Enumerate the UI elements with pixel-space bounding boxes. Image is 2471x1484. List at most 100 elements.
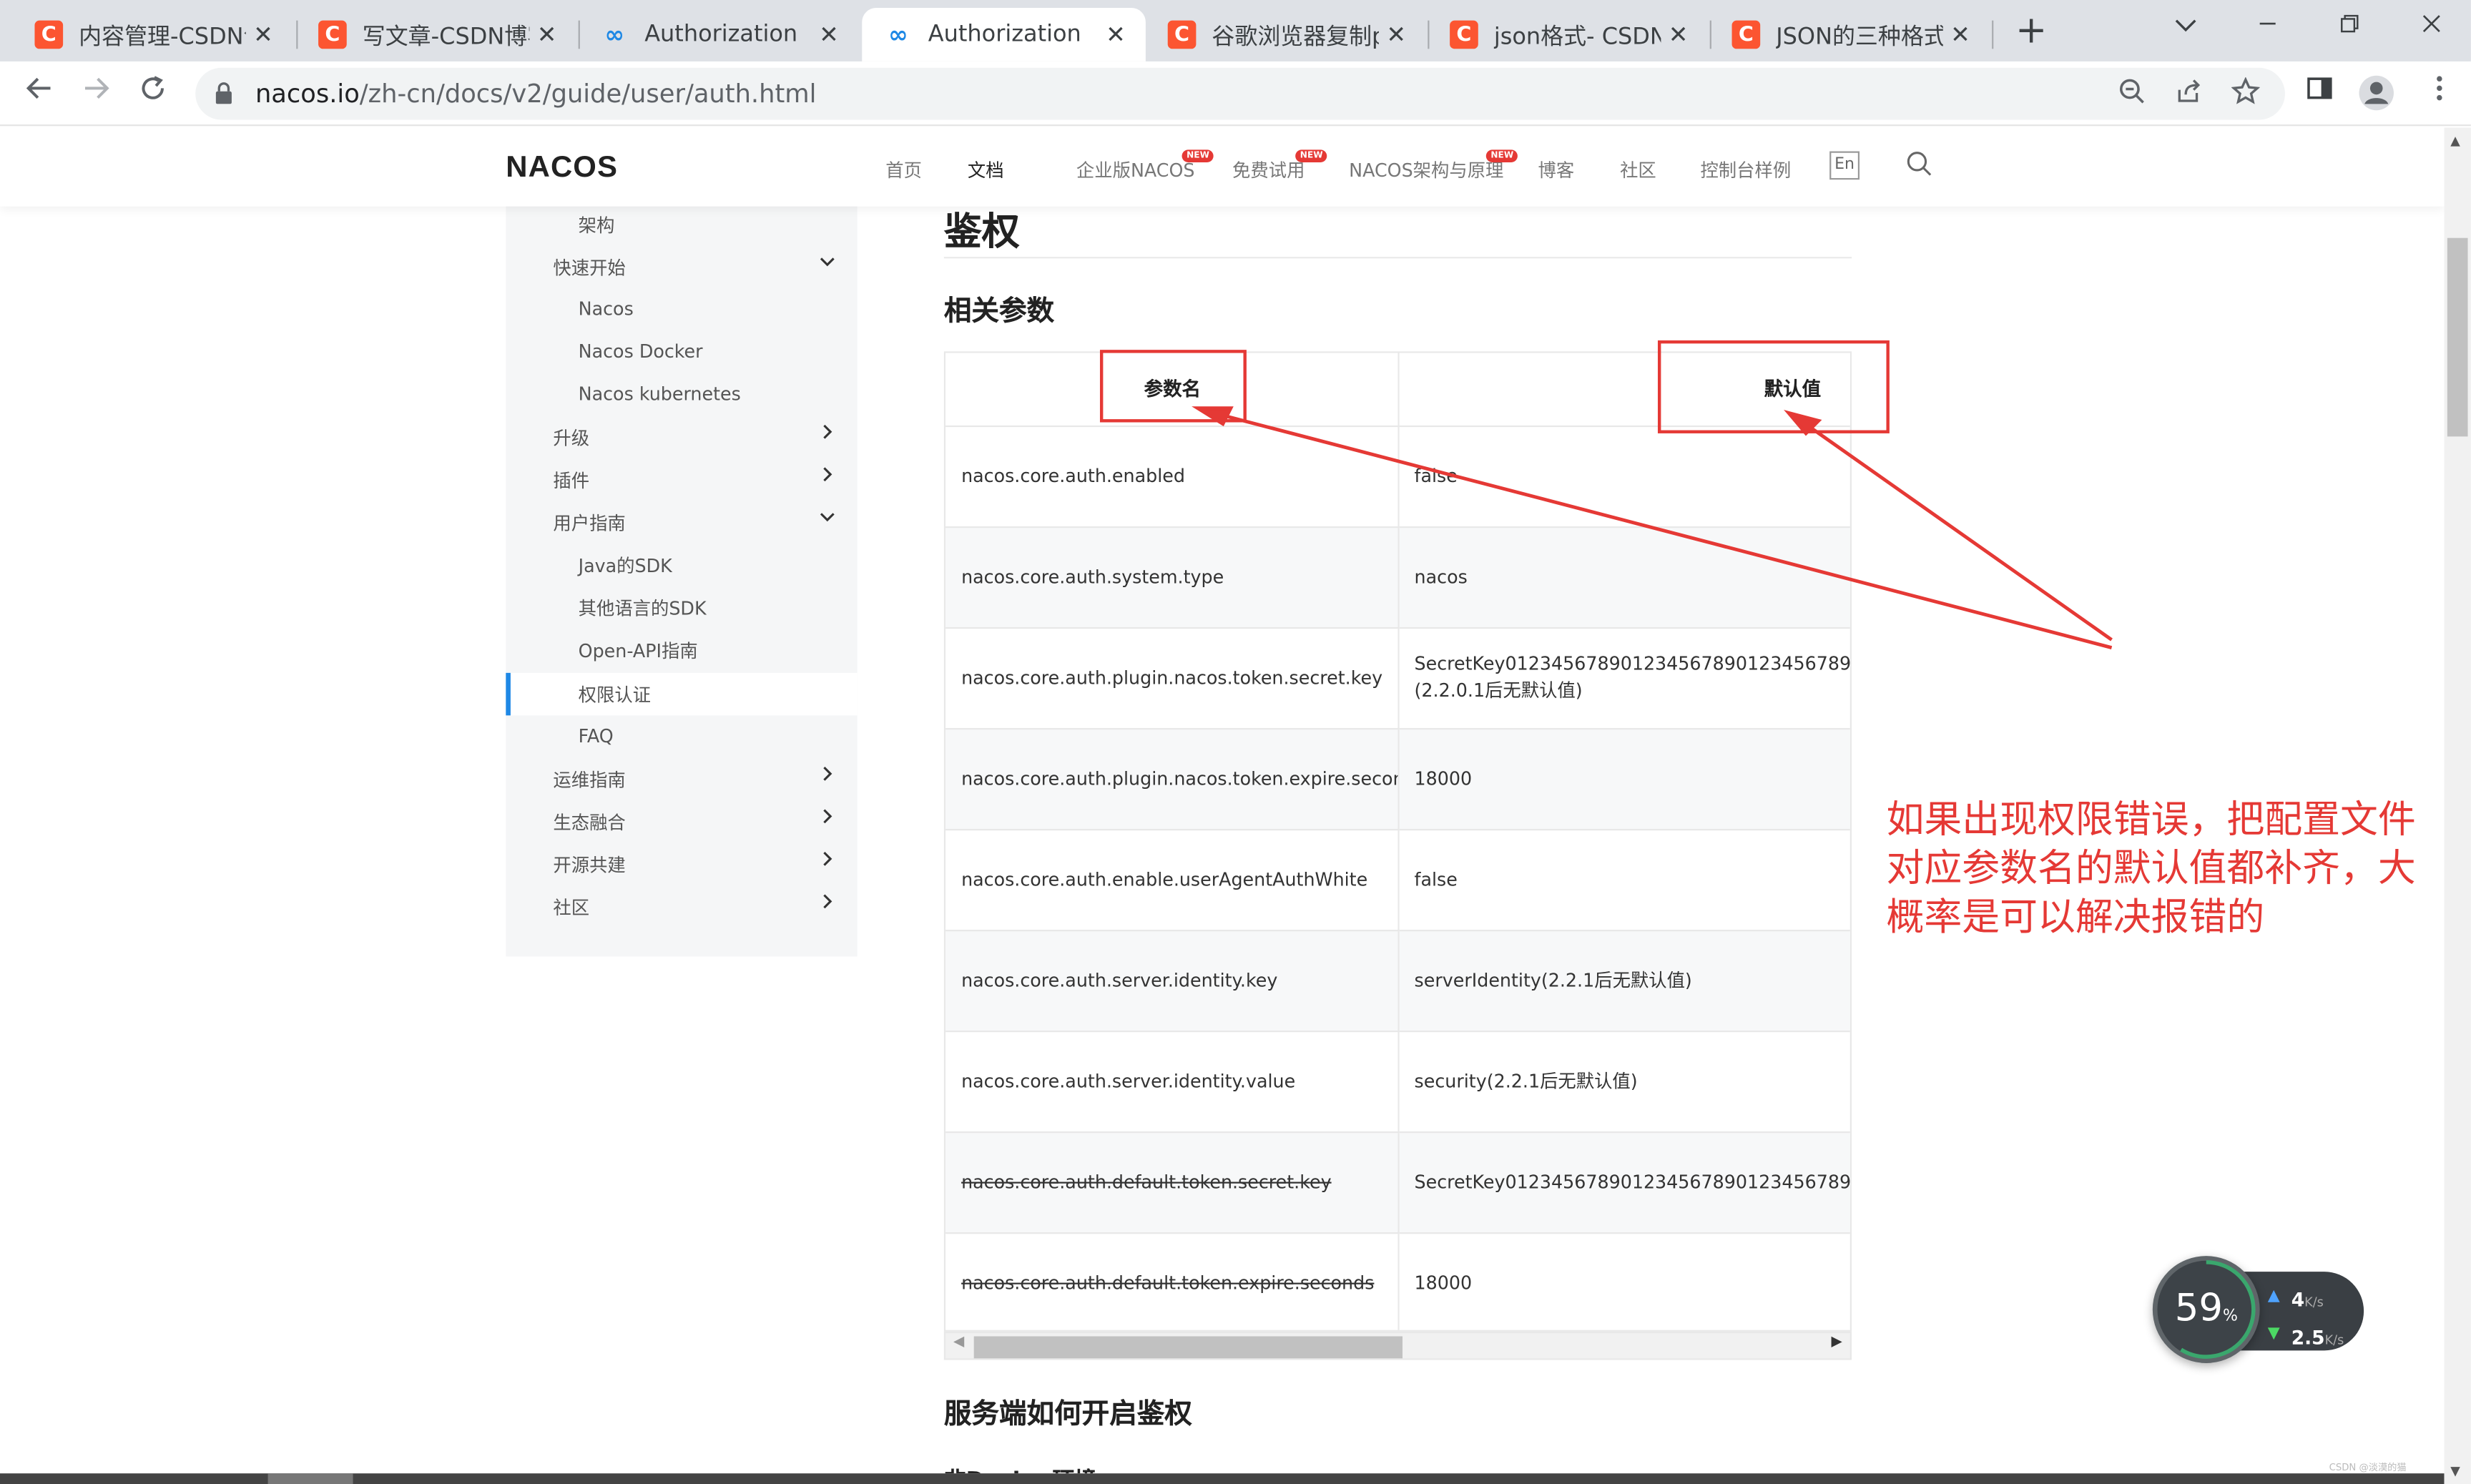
- csdn-favicon-icon: C: [318, 20, 347, 49]
- sidebar-item-ecosystem[interactable]: 生态融合: [506, 800, 857, 842]
- close-window-button[interactable]: [2395, 8, 2467, 49]
- nav-console-demo[interactable]: 控制台样例: [1700, 157, 1791, 182]
- scrollbar-thumb[interactable]: [2447, 237, 2468, 437]
- sidebar-item-user-guide[interactable]: 用户指南: [506, 501, 857, 544]
- minimize-button[interactable]: [2231, 8, 2304, 49]
- sidebar-item-plugins[interactable]: 插件: [506, 458, 857, 501]
- upload-speed: 4: [2291, 1289, 2305, 1312]
- browser-menu-icon[interactable]: [2420, 74, 2458, 112]
- param-name: nacos.core.auth.plugin.nacos.token.expir…: [945, 727, 1399, 830]
- browser-tab-active[interactable]: ∞ Authorization ✕: [862, 8, 1146, 62]
- nav-enterprise[interactable]: 企业版NACOS: [1076, 157, 1195, 182]
- browser-tab[interactable]: ∞ Authorization ✕: [579, 8, 859, 62]
- share-icon[interactable]: [2171, 77, 2206, 112]
- params-table: 参数名 默认值 nacos.core.auth.enabled false nac…: [945, 353, 1850, 1330]
- nav-home[interactable]: 首页: [885, 157, 922, 182]
- chevron-down-icon[interactable]: [820, 507, 835, 531]
- scroll-up-arrow-icon[interactable]: ▲: [2450, 134, 2460, 148]
- restore-button[interactable]: [2314, 8, 2386, 49]
- sidebar-item-quick-start[interactable]: 快速开始: [506, 246, 857, 288]
- chevron-down-icon[interactable]: [820, 252, 835, 276]
- close-tab-icon[interactable]: ✕: [246, 21, 280, 49]
- csdn-favicon-icon: C: [34, 20, 64, 49]
- table-row: nacos.core.auth.server.identity.key serve…: [945, 930, 1850, 1032]
- web-page: 架构 快速开始 Nacos Nacos Docker Nacos kuberne…: [0, 127, 2445, 1474]
- browser-tab[interactable]: C 内容管理-CSDN创 ✕: [13, 8, 293, 62]
- table-horizontal-scrollbar[interactable]: ◀ ▶: [943, 1331, 1852, 1360]
- sidebar-item-faq[interactable]: FAQ: [506, 715, 857, 757]
- close-tab-icon[interactable]: ✕: [812, 21, 846, 49]
- sidebar-item-community[interactable]: 社区: [506, 885, 857, 928]
- param-default: 18000: [1397, 1232, 1850, 1330]
- sidebar-item-nacos-docker[interactable]: Nacos Docker: [506, 331, 857, 373]
- section-heading-params: 相关参数: [943, 296, 1055, 328]
- sidebar-item-open-api[interactable]: Open-API指南: [506, 629, 857, 671]
- watermark: CSDN @淡漠的猫: [2329, 1462, 2407, 1474]
- scroll-down-arrow-icon[interactable]: ▼: [2450, 1464, 2460, 1478]
- nav-free-trial[interactable]: 免费试用: [1232, 157, 1305, 182]
- sidebar-item-ops-guide[interactable]: 运维指南: [506, 758, 857, 800]
- nacos-logo[interactable]: NACOS: [506, 152, 618, 186]
- close-tab-icon[interactable]: ✕: [1661, 21, 1695, 49]
- close-tab-icon[interactable]: ✕: [1943, 21, 1978, 49]
- new-badge: NEW: [1485, 149, 1518, 162]
- annotation-box-param-name: [1099, 350, 1247, 423]
- param-default: nacos: [1397, 526, 1850, 629]
- sidebar-item-upgrade[interactable]: 升级: [506, 416, 857, 458]
- scrollbar-thumb[interactable]: [973, 1336, 1403, 1359]
- nav-blog[interactable]: 博客: [1538, 157, 1575, 182]
- chevron-right-icon[interactable]: [820, 892, 835, 915]
- sidebar-item-auth[interactable]: 权限认证: [506, 672, 858, 716]
- sidebar-item-open-source[interactable]: 开源共建: [506, 843, 857, 885]
- chevron-right-icon[interactable]: [820, 765, 835, 788]
- csdn-favicon-icon: C: [1167, 20, 1197, 49]
- address-bar[interactable]: nacos.io/zh-cn/docs/v2/guide/user/auth.h…: [195, 67, 2285, 120]
- sidebar-item-java-sdk[interactable]: Java的SDK: [506, 544, 857, 586]
- site-header: NACOS 首页 文档 企业版NACOS NEW 免费试用 NEW NACOS架…: [0, 127, 2445, 207]
- nav-community[interactable]: 社区: [1620, 157, 1656, 182]
- close-tab-icon[interactable]: ✕: [1379, 21, 1413, 49]
- chevron-right-icon[interactable]: [820, 423, 835, 446]
- bookmark-star-icon[interactable]: [2229, 77, 2263, 112]
- language-switch-button[interactable]: En: [1829, 151, 1860, 180]
- reload-button[interactable]: [134, 74, 172, 112]
- param-name: nacos.core.auth.system.type: [945, 526, 1399, 629]
- tab-strip: C 内容管理-CSDN创 ✕ C 写文章-CSDN博客 ✕ ∞ Authoriz…: [0, 0, 2471, 62]
- sidebar-item-other-sdk[interactable]: 其他语言的SDK: [506, 586, 857, 629]
- nav-architecture[interactable]: NACOS架构与原理: [1349, 157, 1503, 182]
- chevron-right-icon[interactable]: [820, 850, 835, 873]
- params-table-container[interactable]: 参数名 默认值 nacos.core.auth.enabled false nac…: [943, 351, 1852, 1332]
- search-icon[interactable]: [1905, 149, 1934, 178]
- lock-icon[interactable]: [215, 82, 233, 104]
- tab-search-chevron-icon[interactable]: [2149, 8, 2221, 49]
- browser-tab[interactable]: C JSON的三种格式 ✕: [1710, 8, 1990, 62]
- param-name: nacos.core.auth.server.identity.key: [945, 930, 1399, 1032]
- browser-tab[interactable]: C 谷歌浏览器复制p ✕: [1146, 8, 1426, 62]
- param-name: nacos.core.auth.enable.userAgentAuthWhit…: [945, 828, 1399, 931]
- forward-button[interactable]: [77, 74, 115, 112]
- browser-window: C 内容管理-CSDN创 ✕ C 写文章-CSDN博客 ✕ ∞ Authoriz…: [0, 0, 2471, 1484]
- back-button[interactable]: [21, 74, 59, 112]
- browser-tab[interactable]: C json格式- CSDN ✕: [1428, 8, 1708, 62]
- sidebar-item-nacos[interactable]: Nacos: [506, 288, 857, 330]
- chevron-right-icon[interactable]: [820, 465, 835, 488]
- side-panel-icon[interactable]: [2301, 74, 2339, 112]
- download-speed: 2.5: [2291, 1327, 2325, 1350]
- new-tab-button[interactable]: +: [2011, 9, 2052, 50]
- nav-docs[interactable]: 文档: [968, 157, 1004, 182]
- close-tab-icon[interactable]: ✕: [1099, 21, 1133, 49]
- chevron-right-icon[interactable]: [820, 807, 835, 830]
- table-row: nacos.core.auth.enable.userAgentAuthWhit…: [945, 828, 1850, 931]
- page-vertical-scrollbar[interactable]: ▲ ▼: [2444, 127, 2471, 1484]
- scroll-right-arrow-icon[interactable]: ▶: [1832, 1335, 1842, 1350]
- sidebar-item-architecture[interactable]: 架构: [506, 203, 857, 245]
- csdn-favicon-icon: C: [1731, 20, 1761, 49]
- zoom-icon[interactable]: [2115, 77, 2149, 112]
- param-default: false: [1397, 828, 1850, 931]
- sidebar-item-nacos-kubernetes[interactable]: Nacos kubernetes: [506, 373, 857, 416]
- profile-avatar-icon[interactable]: [2357, 74, 2395, 112]
- scroll-left-arrow-icon[interactable]: ◀: [953, 1335, 964, 1350]
- browser-tab[interactable]: C 写文章-CSDN博客 ✕: [296, 8, 576, 62]
- url-text[interactable]: nacos.io/zh-cn/docs/v2/guide/user/auth.h…: [255, 79, 817, 109]
- close-tab-icon[interactable]: ✕: [529, 21, 564, 49]
